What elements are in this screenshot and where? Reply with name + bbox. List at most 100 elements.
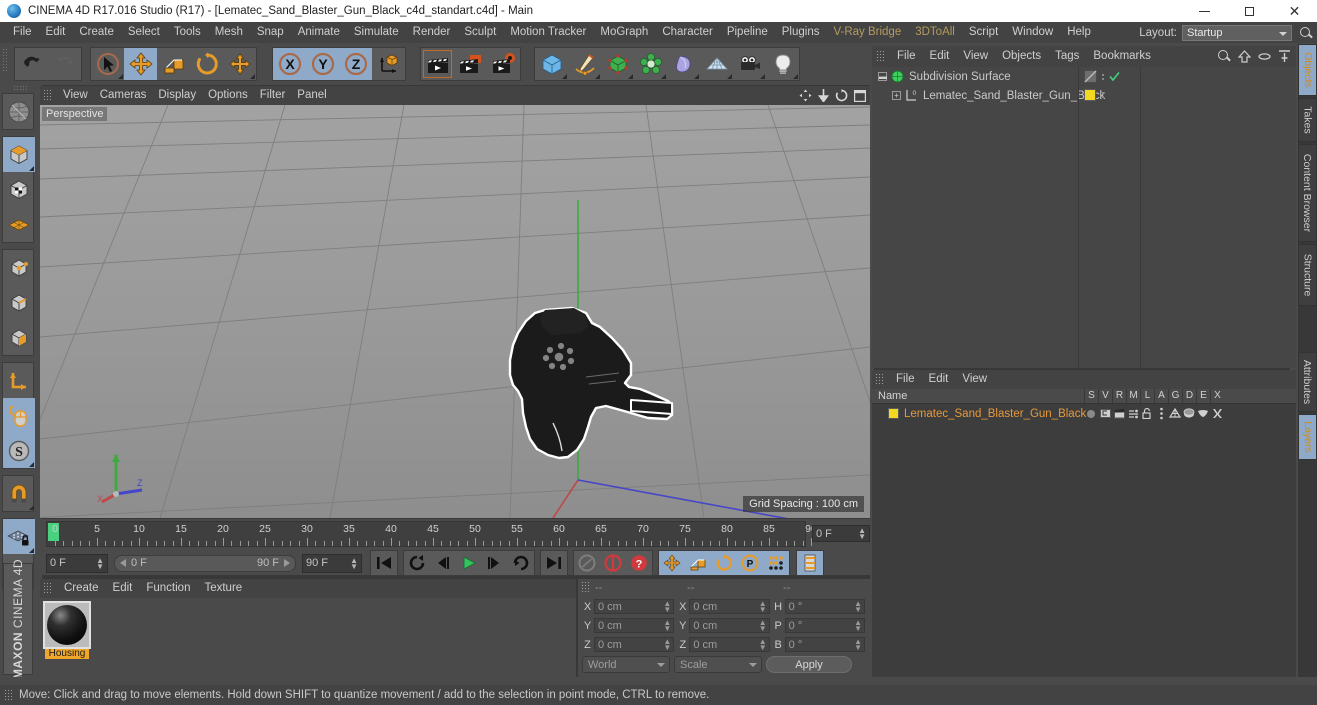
layer-column-a[interactable]: A	[1154, 389, 1168, 403]
size-y-field[interactable]: 0 cm ▲ ▼	[689, 618, 770, 633]
move-tool-button[interactable]	[124, 48, 157, 80]
menu-simulate[interactable]: Simulate	[347, 22, 406, 43]
layer-column-m[interactable]: M	[1126, 389, 1140, 403]
object-menu-file[interactable]: File	[890, 47, 923, 66]
redo-button[interactable]	[48, 48, 81, 80]
material-menu-function[interactable]: Function	[139, 579, 197, 598]
menu-edit[interactable]: Edit	[39, 22, 73, 43]
layer-column-l[interactable]: L	[1140, 389, 1154, 403]
deformers-button[interactable]	[667, 48, 700, 80]
scale-key-button[interactable]	[685, 551, 711, 575]
autokeying-button[interactable]	[600, 551, 626, 575]
tag-dots-icon[interactable]	[1102, 73, 1104, 80]
goto-start-button[interactable]	[371, 551, 397, 575]
play-button[interactable]	[456, 551, 482, 575]
viewport-menu-filter[interactable]: Filter	[254, 86, 292, 105]
viewport-menu-view[interactable]: View	[57, 86, 94, 105]
z-axis-lock-button[interactable]: Z	[339, 48, 372, 80]
layer-menu-view[interactable]: View	[955, 370, 994, 389]
texture-mode-button[interactable]	[3, 172, 35, 207]
layer-row[interactable]: Lematec_Sand_Blaster_Gun_Black	[872, 404, 1296, 423]
size-mode-dropdown[interactable]: Scale	[674, 656, 762, 673]
layer-column-x[interactable]: X	[1210, 389, 1224, 403]
light-button[interactable]	[766, 48, 799, 80]
pla-key-button[interactable]	[763, 551, 789, 575]
menu-animate[interactable]: Animate	[291, 22, 347, 43]
goto-previous-key-button[interactable]	[404, 551, 430, 575]
layer-column-d[interactable]: D	[1182, 389, 1196, 403]
new-layer-icon[interactable]	[1278, 49, 1291, 63]
position-key-button[interactable]	[659, 551, 685, 575]
menu-create[interactable]: Create	[72, 22, 121, 43]
expressions-icon[interactable]	[1196, 404, 1210, 423]
position-x-field[interactable]: 0 cm ▲ ▼	[594, 599, 675, 614]
start-frame-spinner[interactable]: 0 F ▲ ▼	[46, 553, 108, 573]
viewport-menu-display[interactable]: Display	[152, 86, 202, 105]
object-row-lematec-sand-blaster-gun-black[interactable]: + 0 Lematec_Sand_Blaster_Gun_Black	[872, 86, 1296, 105]
visibility-check-icon[interactable]	[1109, 71, 1120, 82]
status-bar-gripper[interactable]	[4, 688, 13, 702]
menu-pipeline[interactable]: Pipeline	[720, 22, 775, 43]
end-frame-spinner[interactable]: 90 F ▲ ▼	[302, 553, 362, 573]
layer-column-r[interactable]: R	[1112, 389, 1126, 403]
expander-icon[interactable]: +	[892, 91, 901, 100]
render-region-button[interactable]	[454, 48, 487, 80]
undo-button[interactable]	[15, 48, 48, 80]
coordinates-gripper[interactable]	[581, 581, 590, 594]
lock-open-icon[interactable]	[1140, 404, 1154, 423]
preview-range-bar[interactable]: 0 F 90 F	[114, 554, 296, 572]
step-forward-button[interactable]	[482, 551, 508, 575]
point-mode-button[interactable]	[3, 250, 35, 285]
snap-magnet-button[interactable]	[3, 476, 35, 511]
minimize-button[interactable]	[1182, 0, 1227, 22]
material-menu-texture[interactable]: Texture	[197, 579, 249, 598]
menu-sculpt[interactable]: Sculpt	[457, 22, 503, 43]
size-x-field[interactable]: 0 cm ▲ ▼	[689, 599, 770, 614]
viewport-solo-button[interactable]	[3, 398, 35, 433]
maximize-viewport-icon[interactable]	[854, 89, 866, 102]
maximize-button[interactable]	[1227, 0, 1272, 22]
position-y-field[interactable]: 0 cm ▲ ▼	[594, 618, 675, 633]
layer-color-swatch[interactable]	[888, 408, 899, 419]
timeline-ruler[interactable]: 0 5 10 15 20 25 30 35 40 45 50 55 60 65 70 75 80 85 90	[46, 521, 817, 547]
material-menu-create[interactable]: Create	[57, 579, 106, 598]
menu-tools[interactable]: Tools	[167, 22, 208, 43]
render-clapboard-icon[interactable]	[1112, 404, 1126, 423]
deformers-icon[interactable]	[1182, 404, 1196, 423]
polygon-mode-button[interactable]	[3, 320, 35, 355]
object-menu-edit[interactable]: Edit	[923, 47, 957, 66]
viewport-menu-panel[interactable]: Panel	[291, 86, 332, 105]
phong-tag-icon[interactable]	[1084, 70, 1097, 83]
side-tab-objects[interactable]: Objects	[1298, 44, 1317, 96]
goto-end-button[interactable]	[541, 551, 567, 575]
manager-lines-icon[interactable]	[1126, 404, 1140, 423]
object-manager-gripper[interactable]	[876, 50, 885, 63]
environment-button[interactable]	[700, 48, 733, 80]
object-manager-tree[interactable]: ▬ Subdivision Surface + 0 Lematec_Sand_B…	[872, 67, 1296, 368]
tag-dots-icon[interactable]	[1102, 92, 1104, 98]
coordinate-system-toggle-button[interactable]	[372, 48, 405, 80]
layer-menu-edit[interactable]: Edit	[922, 370, 956, 389]
menu-snap[interactable]: Snap	[250, 22, 291, 43]
object-menu-view[interactable]: View	[956, 47, 995, 66]
menu-select[interactable]: Select	[121, 22, 167, 43]
step-back-button[interactable]	[430, 551, 456, 575]
material-menu-edit[interactable]: Edit	[106, 579, 140, 598]
position-z-field[interactable]: 0 cm ▲ ▼	[594, 637, 675, 652]
generators-icon[interactable]	[1168, 404, 1182, 423]
menu-motion-tracker[interactable]: Motion Tracker	[503, 22, 593, 43]
rotate-tool-button[interactable]	[190, 48, 223, 80]
anim-dots-icon[interactable]	[1154, 404, 1168, 423]
viewport-menu-cameras[interactable]: Cameras	[94, 86, 153, 105]
soft-selection-button[interactable]: S	[3, 433, 35, 468]
parameter-key-button[interactable]: P	[737, 551, 763, 575]
side-tab-structure[interactable]: Structure	[1298, 244, 1317, 306]
rotate-viewport-icon[interactable]	[835, 89, 848, 102]
edge-mode-button[interactable]	[3, 285, 35, 320]
viewport-gripper[interactable]	[43, 89, 52, 102]
workplane-mode-button[interactable]	[3, 207, 35, 242]
layer-color-tag-icon[interactable]	[1084, 89, 1096, 101]
rotation-p-field[interactable]: 0 ° ▲ ▼	[784, 618, 865, 633]
menu-character[interactable]: Character	[655, 22, 720, 43]
rotation-h-field[interactable]: 0 ° ▲ ▼	[784, 599, 865, 614]
